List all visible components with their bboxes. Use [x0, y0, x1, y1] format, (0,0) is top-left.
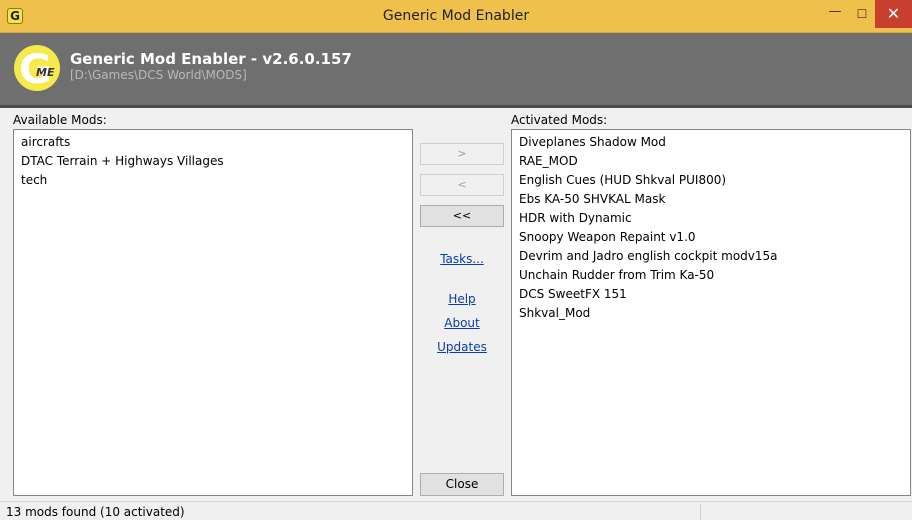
list-item[interactable]: aircrafts — [21, 133, 412, 152]
window-title: Generic Mod Enabler — [382, 8, 530, 24]
list-item[interactable]: RAE_MOD — [519, 152, 910, 171]
deactivate-button[interactable]: < — [420, 174, 504, 196]
title-bar[interactable]: G Generic Mod Enabler — ☐ ✕ — [0, 0, 912, 33]
list-item[interactable]: DTAC Terrain + Highways Villages — [21, 152, 412, 171]
list-item[interactable]: tech — [21, 171, 412, 190]
list-item[interactable]: Ebs KA-50 SHVKAL Mask — [519, 190, 910, 209]
help-link[interactable]: Help — [420, 292, 504, 306]
minimize-button[interactable]: — — [821, 0, 849, 28]
close-button[interactable]: Close — [420, 473, 504, 496]
app-title: Generic Mod Enabler - v2.6.0.157 — [70, 50, 352, 68]
mods-path: [D:\Games\DCS World\MODS] — [70, 68, 247, 82]
list-item[interactable]: HDR with Dynamic — [519, 209, 910, 228]
activated-mods-label: Activated Mods: — [511, 113, 608, 127]
list-item[interactable]: DCS SweetFX 151 — [519, 285, 910, 304]
list-item[interactable]: Devrim and Jadro english cockpit modv15a — [519, 247, 910, 266]
window-close-button[interactable]: ✕ — [875, 0, 912, 28]
maximize-button[interactable]: ☐ — [849, 0, 875, 28]
activated-mods-list[interactable]: Diveplanes Shadow Mod RAE_MOD English Cu… — [511, 129, 911, 496]
list-item[interactable]: Snoopy Weapon Repaint v1.0 — [519, 228, 910, 247]
list-item[interactable]: Shkval_Mod — [519, 304, 910, 323]
deactivate-all-button[interactable]: << — [420, 205, 504, 227]
available-mods-label: Available Mods: — [13, 113, 107, 127]
status-separator — [700, 504, 701, 520]
list-item[interactable]: Unchain Rudder from Trim Ka-50 — [519, 266, 910, 285]
logo-subletters: ME — [36, 66, 55, 79]
tasks-link[interactable]: Tasks... — [420, 252, 504, 266]
list-item[interactable]: English Cues (HUD Shkval PUI800) — [519, 171, 910, 190]
available-mods-list[interactable]: aircrafts DTAC Terrain + Highways Villag… — [13, 129, 413, 496]
app-header: G ME Generic Mod Enabler - v2.6.0.157 [D… — [0, 33, 912, 108]
about-link[interactable]: About — [420, 316, 504, 330]
gme-logo-icon: G ME — [14, 45, 60, 93]
status-bar: 13 mods found (10 activated) — [0, 501, 912, 520]
updates-link[interactable]: Updates — [420, 340, 504, 354]
activate-button[interactable]: > — [420, 143, 504, 165]
status-text: 13 mods found (10 activated) — [6, 505, 185, 519]
list-item[interactable]: Diveplanes Shadow Mod — [519, 133, 910, 152]
